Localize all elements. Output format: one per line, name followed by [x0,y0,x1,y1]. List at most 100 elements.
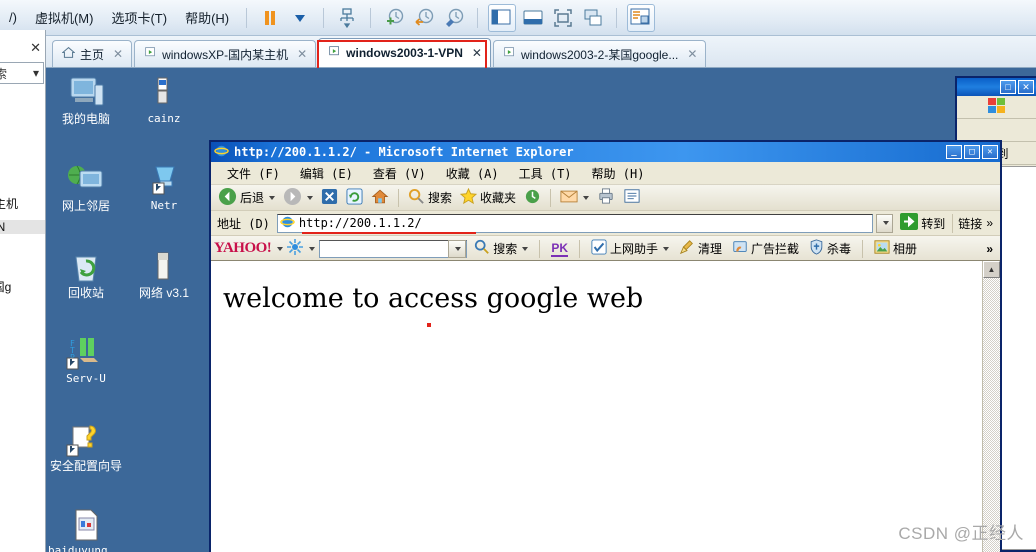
print-button[interactable] [594,187,618,208]
pause-icon[interactable] [257,5,283,31]
desktop-icon-network-tool[interactable]: 网络 v3.1 [126,250,202,300]
show-thumbnail-bar-icon[interactable] [627,3,656,32]
photo-album-button[interactable]: 相册 [871,238,920,259]
menu-item-file[interactable]: 文件 (F) [217,163,290,184]
links-button[interactable]: 链接 » [952,213,998,233]
show-library-icon[interactable] [488,3,517,32]
power-dropdown-icon[interactable] [287,5,313,31]
servu-icon: FTP [48,336,124,370]
refresh-button[interactable] [343,187,366,209]
chevron-down-icon[interactable] [277,246,284,251]
go-button[interactable]: 转到 [896,212,949,234]
desktop-icon-recycle-bin[interactable]: 回收站 [48,250,124,300]
close-icon[interactable]: ✕ [687,47,697,61]
edit-icon [623,188,641,207]
desktop-icon-my-computer[interactable]: 我的电脑 [48,76,124,126]
snapshot-take-icon[interactable] [381,5,407,31]
desktop-icon-cainz[interactable]: cainz [126,76,202,125]
tab-windows2003-1-vpn[interactable]: windows2003-1-VPN ✕ [318,38,491,67]
photo-album-label: 相册 [893,242,918,256]
desktop-icon-label: baiduyung... [48,544,128,552]
maximize-button[interactable]: □ [964,145,980,159]
unity-icon[interactable] [580,5,606,31]
desktop-icon-label: 我的电脑 [61,112,110,126]
desktop-icon-label: 网络 v3.1 [138,286,190,300]
toolbar-divider [398,188,400,207]
close-button[interactable]: ✕ [982,145,998,159]
clean-button[interactable]: 清理 [676,238,725,259]
yahoo-search-input[interactable] [319,239,468,258]
edit-button[interactable] [620,187,644,208]
vm-tab-strip: 主页 ✕ windowsXP-国内某主机 ✕ windows2003-1-VPN… [0,36,1036,68]
chevron-down-icon[interactable] [307,195,314,200]
menu-item-favorites[interactable]: 收藏 (A) [436,163,509,184]
library-item-vpn[interactable]: 1-VPN [0,220,45,234]
chevron-down-icon[interactable] [663,246,669,251]
adblock-button[interactable]: 广告拦截 [729,238,802,259]
toolbar-divider-3 [862,239,864,258]
scroll-up-arrow-icon[interactable]: ▲ [983,261,1000,278]
menu-item-file[interactable]: /) [0,7,26,28]
address-input[interactable]: http://200.1.1.2/ [276,213,874,234]
favorites-button[interactable]: 收藏夹 [457,187,519,209]
snapshot-manager-icon[interactable] [441,5,467,31]
antivirus-button[interactable]: 杀毒 [806,238,854,259]
close-icon[interactable]: ✕ [297,47,307,61]
desktop-icon-baiduyung[interactable]: baiduyung... [48,508,128,552]
fullscreen-icon[interactable] [550,5,576,31]
pk-button[interactable]: PK [548,240,571,258]
ie-window: http://200.1.1.2/ - Microsoft Internet E… [209,140,1002,552]
desktop-icon-label: cainz [147,112,181,125]
menu-item-edit[interactable]: 编辑 (E) [290,163,363,184]
stop-button[interactable] [318,187,341,209]
ie-toolbar: 后退 搜索 收藏夹 [211,185,1000,211]
snapshot-revert-icon[interactable] [411,5,437,31]
chevrons-right-icon[interactable]: » [986,216,993,230]
address-dropdown-button[interactable] [876,213,894,233]
antivirus-label: 杀毒 [827,242,852,256]
history-button[interactable] [521,187,544,209]
home-button[interactable] [368,187,392,209]
chevron-down-icon[interactable] [309,246,316,251]
library-item-google[interactable]: 2-某国g [0,278,45,295]
chevrons-right-icon[interactable]: » [986,242,993,256]
tab-windows2003-2-google[interactable]: windows2003-2-某国google... ✕ [492,40,707,67]
yahoo-logo[interactable]: YAHOO! [214,240,272,257]
page-vertical-scrollbar[interactable]: ▲ [982,261,1000,552]
library-item-windowsxp[interactable]: 内某主机 [0,195,45,212]
yahoo-settings-icon[interactable] [287,239,304,258]
mail-button[interactable] [557,188,592,208]
desktop-icon-network-places[interactable]: 网上邻居 [48,163,124,213]
maximize-button[interactable]: □ [1000,80,1016,94]
show-console-view-icon[interactable] [520,5,546,31]
tab-home[interactable]: 主页 ✕ [52,40,133,67]
search-button[interactable]: 搜索 [405,187,455,209]
assistant-button[interactable]: 上网助手 [588,238,672,259]
close-icon[interactable]: ✕ [113,47,123,61]
close-button[interactable]: ✕ [1018,80,1034,94]
yahoo-search-dropdown[interactable] [448,239,467,258]
close-icon[interactable]: ✕ [472,46,482,60]
chevron-down-icon[interactable]: ▾ [33,66,39,80]
chevron-down-icon[interactable] [583,195,590,200]
menu-item-tools[interactable]: 工具 (T) [509,163,582,184]
back-button[interactable]: 后退 [215,186,278,210]
desktop-icon-netr[interactable]: Netr [126,163,202,212]
menu-item-view[interactable]: 查看 (V) [363,163,436,184]
desktop-icon-servu[interactable]: FTP Serv-U [48,336,124,385]
desktop-icon-security-config-wizard[interactable]: 安全配置向导 [48,423,124,473]
menu-item-help[interactable]: 帮助(H) [176,5,238,30]
chevron-down-icon[interactable] [522,246,529,251]
menu-item-help[interactable]: 帮助 (H) [582,163,655,184]
send-ctrl-alt-del-icon[interactable] [334,5,360,31]
close-icon[interactable]: ✕ [30,40,41,56]
tab-windowsxp[interactable]: windowsXP-国内某主机 ✕ [134,40,317,67]
yahoo-search-button[interactable]: 搜索 [471,238,531,259]
minimize-button[interactable]: _ [946,145,962,159]
menu-item-tabs[interactable]: 选项卡(T) [102,5,176,30]
library-search-input[interactable]: 搜索 ▾ [0,62,44,84]
menu-item-vm[interactable]: 虚拟机(M) [26,5,103,30]
chevron-down-icon[interactable] [269,195,276,200]
forward-button[interactable] [280,186,316,210]
search-icon [408,188,425,208]
